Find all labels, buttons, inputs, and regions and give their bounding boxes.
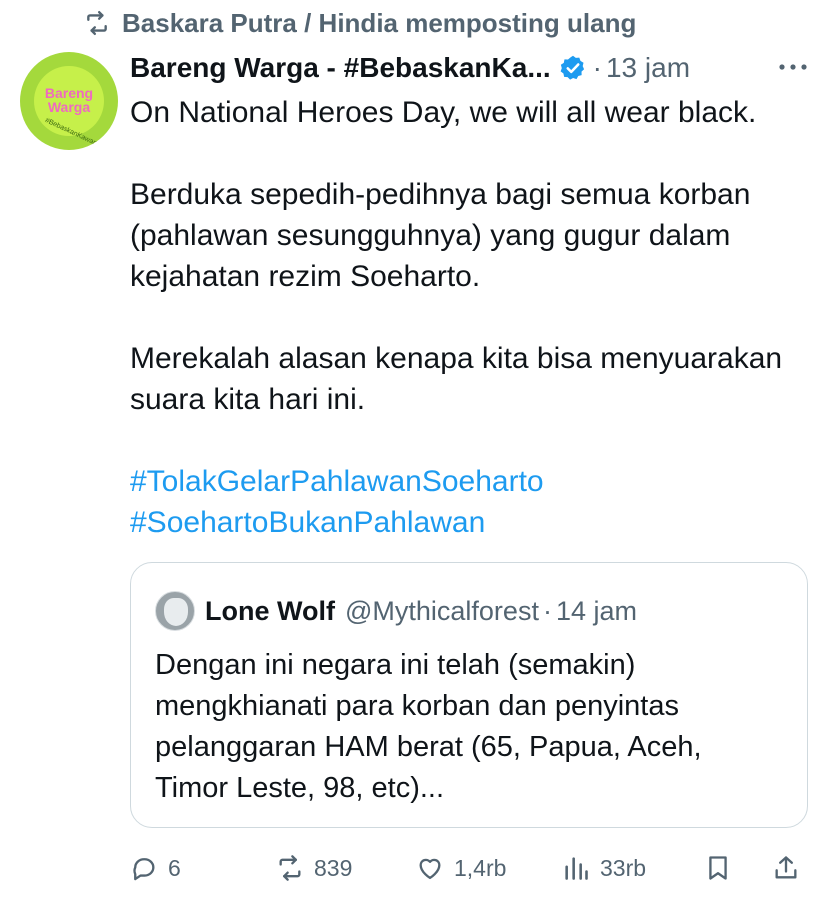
- quote-text: Dengan ini negara ini telah (semakin) me…: [155, 649, 702, 804]
- quote-author-handle: @Mythicalforest: [344, 595, 539, 626]
- repost-label: Baskara Putra / Hindia memposting ulang: [122, 7, 637, 38]
- tweet-paragraph: Merekalah alasan kenapa kita bisa menyua…: [130, 342, 783, 416]
- repost-count: 839: [314, 854, 353, 881]
- repost-button[interactable]: 839: [276, 848, 352, 888]
- bookmark-button[interactable]: [704, 848, 732, 888]
- hashtag-link[interactable]: #SoehartoBukanPahlawan: [130, 502, 810, 543]
- tweet-paragraph: On National Heroes Day, we will all wear…: [130, 96, 757, 129]
- repost-icon: [279, 855, 301, 881]
- quote-header: Lone Wolf @Mythicalforest · 14 jam: [205, 593, 637, 629]
- author-name[interactable]: Bareng Warga - #BebaskanKa...: [130, 52, 551, 84]
- reply-icon: [133, 858, 155, 881]
- tweet-header: Bareng Warga - #BebaskanKa... · 13 jam: [130, 48, 690, 88]
- hashtag-link[interactable]: #TolakGelarPahlawanSoeharto: [130, 461, 810, 502]
- more-dots-icon: [779, 64, 807, 70]
- like-button[interactable]: 1,4rb: [416, 848, 506, 888]
- quote-timestamp: 14 jam: [555, 595, 637, 626]
- more-options-button[interactable]: [776, 50, 810, 84]
- heart-icon: [419, 858, 441, 880]
- reply-button[interactable]: 6: [130, 848, 181, 888]
- bookmark-icon: [709, 856, 727, 880]
- action-bar: 6 839 1,4rb 33rb: [130, 848, 810, 888]
- tweet-timestamp[interactable]: 13 jam: [606, 52, 690, 84]
- avatar-line-2: Warga: [47, 99, 91, 115]
- views-button[interactable]: 33rb: [562, 848, 646, 888]
- share-button[interactable]: [772, 848, 800, 888]
- share-icon: [775, 856, 797, 879]
- views-count: 33rb: [600, 854, 647, 881]
- reply-count: 6: [168, 854, 181, 881]
- repost-icon: [87, 10, 107, 36]
- header-separator: ·: [592, 52, 602, 83]
- tweet-paragraph: Berduka sepedih-pedihnya bagi semua korb…: [130, 178, 751, 293]
- avatar-line-1: Bareng: [44, 85, 94, 101]
- verified-badge-icon[interactable]: [559, 54, 587, 82]
- like-count: 1,4rb: [454, 854, 507, 881]
- quoted-tweet[interactable]: Lone Wolf @Mythicalforest · 14 jam Denga…: [130, 562, 808, 828]
- quote-separator: ·: [542, 595, 552, 626]
- quote-avatar: [155, 591, 195, 631]
- quote-author-name: Lone Wolf: [205, 595, 335, 626]
- views-chart-icon: [565, 857, 588, 880]
- repost-header[interactable]: Baskara Putra / Hindia memposting ulang: [84, 6, 636, 40]
- tweet-body: On National Heroes Day, we will all wear…: [130, 92, 810, 543]
- author-avatar[interactable]: Bareng Warga #BebaskanKawanKami: [20, 52, 118, 150]
